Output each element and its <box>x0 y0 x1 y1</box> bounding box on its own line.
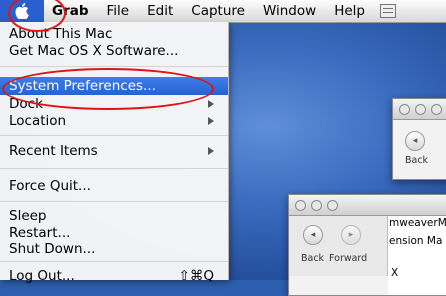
window-titlebar[interactable] <box>393 99 446 120</box>
menu-item-dock[interactable]: Dock <box>0 95 228 113</box>
menu-item-label: System Preferences... <box>9 78 156 94</box>
menu-window[interactable]: Window <box>254 3 325 19</box>
menu-edit[interactable]: Edit <box>138 3 182 19</box>
submenu-arrow-icon <box>208 117 214 125</box>
forward-arrow-icon[interactable]: ▸ <box>341 225 361 245</box>
back-label: Back <box>301 253 325 264</box>
finder-window-front[interactable]: ◂ ▸ Back Forward mweaverM ension Ma X <box>288 194 446 296</box>
menu-file[interactable]: File <box>98 3 139 19</box>
zoom-icon[interactable] <box>327 200 338 211</box>
window-titlebar[interactable] <box>289 195 446 216</box>
menu-item-label: Dock <box>9 96 43 112</box>
menu-item-label: Force Quit... <box>9 178 91 194</box>
keyboard-shortcut: ⇧⌘Q <box>178 268 214 284</box>
apple-menu-button[interactable] <box>0 0 44 22</box>
menu-help[interactable]: Help <box>325 3 374 19</box>
menu-item-get-software[interactable]: Get Mac OS X Software... <box>0 42 228 60</box>
minimize-icon[interactable] <box>415 104 426 115</box>
app-menu-grab[interactable]: Grab <box>44 3 98 19</box>
minimize-icon[interactable] <box>311 200 322 211</box>
list-item: X <box>391 267 399 279</box>
list-item: ension Ma <box>389 235 443 247</box>
zoom-icon[interactable] <box>431 104 442 115</box>
menu-separator <box>0 66 228 67</box>
menu-item-system-preferences[interactable]: System Preferences... <box>0 77 228 95</box>
menu-item-label: Shut Down... <box>9 241 96 257</box>
apple-logo-icon <box>15 3 29 19</box>
menu-item-label: Restart... <box>9 225 71 241</box>
menu-item-label: Recent Items <box>9 143 98 159</box>
back-arrow-icon[interactable]: ◂ <box>303 225 323 245</box>
menu-item-force-quit[interactable]: Force Quit... <box>0 177 228 195</box>
forward-label: Forward <box>329 253 368 264</box>
menu-bar: Grab File Edit Capture Window Help <box>0 0 446 23</box>
apple-dropdown-menu: About This Mac Get Mac OS X Software... … <box>0 22 229 284</box>
submenu-arrow-icon <box>208 100 214 108</box>
back-label: Back <box>405 155 429 166</box>
menu-separator <box>0 168 228 169</box>
close-icon[interactable] <box>399 104 410 115</box>
submenu-arrow-icon <box>208 147 214 155</box>
finder-window-back[interactable]: ◂ Back <box>392 98 446 180</box>
menu-item-about-this-mac[interactable]: About This Mac <box>0 25 228 43</box>
menu-item-label: Log Out... <box>9 268 75 284</box>
menu-item-shut-down[interactable]: Shut Down... <box>0 240 228 258</box>
window-toolbar <box>289 216 388 276</box>
close-icon[interactable] <box>295 200 306 211</box>
menu-capture[interactable]: Capture <box>182 3 254 19</box>
menu-item-label: About This Mac <box>9 26 113 42</box>
list-item: mweaverM <box>389 217 446 229</box>
menu-item-label: Sleep <box>9 208 47 224</box>
script-menu-icon[interactable] <box>379 4 396 18</box>
menu-item-log-out[interactable]: Log Out... ⇧⌘Q <box>0 267 228 285</box>
menu-item-label: Get Mac OS X Software... <box>9 43 179 59</box>
menu-item-sleep[interactable]: Sleep <box>0 207 228 225</box>
menu-separator <box>0 135 228 136</box>
menu-item-location[interactable]: Location <box>0 112 228 130</box>
menu-separator <box>0 201 228 202</box>
back-arrow-icon[interactable]: ◂ <box>405 131 425 151</box>
menu-item-label: Location <box>9 113 67 129</box>
menu-item-recent-items[interactable]: Recent Items <box>0 142 228 160</box>
menu-separator <box>0 261 228 262</box>
